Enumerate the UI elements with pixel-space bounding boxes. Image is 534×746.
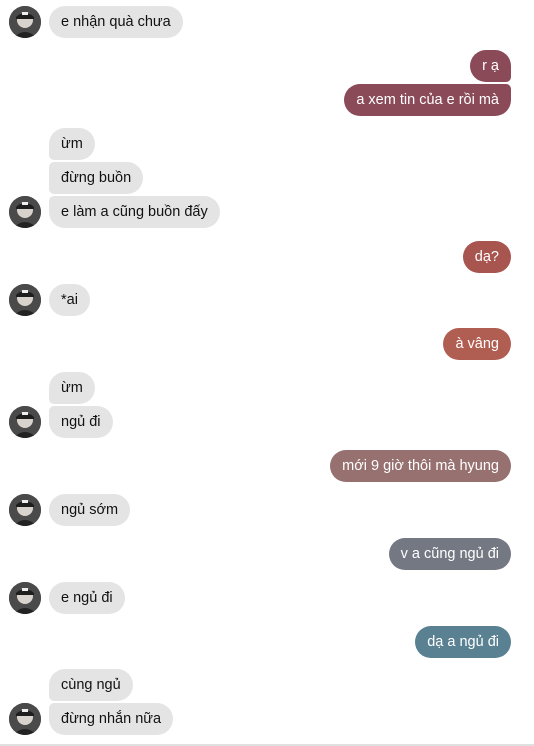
sent-message[interactable]: mới 9 giờ thôi mà hyung xyxy=(330,450,511,482)
received-message[interactable]: e nhận quà chưa xyxy=(49,6,183,38)
contact-avatar[interactable] xyxy=(9,196,41,228)
contact-avatar[interactable] xyxy=(9,494,41,526)
sent-message[interactable]: dạ a ngủ đi xyxy=(415,626,511,658)
received-message[interactable]: ngủ sớm xyxy=(49,494,131,526)
contact-avatar[interactable] xyxy=(9,406,41,438)
received-message[interactable]: *ai xyxy=(49,284,90,316)
received-message[interactable]: cùng ngủ xyxy=(49,669,133,701)
received-message[interactable]: ừm xyxy=(49,372,95,404)
user-avatar-icon xyxy=(9,406,41,438)
user-avatar-icon xyxy=(9,284,41,316)
user-avatar-icon xyxy=(9,6,41,38)
contact-avatar[interactable] xyxy=(9,582,41,614)
contact-avatar[interactable] xyxy=(9,703,41,735)
sent-message[interactable]: à vâng xyxy=(443,328,511,360)
contact-avatar[interactable] xyxy=(9,6,41,38)
user-avatar-icon xyxy=(9,582,41,614)
sent-message[interactable]: v a cũng ngủ đi xyxy=(388,538,511,570)
user-avatar-icon xyxy=(9,703,41,735)
received-message[interactable]: đừng buồn xyxy=(49,162,144,194)
received-message[interactable]: e ngủ đi xyxy=(49,582,125,614)
received-message[interactable]: đừng nhắn nữa xyxy=(49,703,174,735)
sent-message[interactable]: a xem tin của e rồi mà xyxy=(344,84,511,116)
sent-message[interactable]: r ạ xyxy=(470,50,511,82)
received-message[interactable]: e làm a cũng buồn đấy xyxy=(49,196,220,228)
received-message[interactable]: ngủ đi xyxy=(49,406,113,438)
chat-thread: e nhận quà chưa r ạ a xem tin của e rồi … xyxy=(0,0,534,746)
received-message[interactable]: ừm xyxy=(49,128,95,160)
contact-avatar[interactable] xyxy=(9,284,41,316)
user-avatar-icon xyxy=(9,494,41,526)
sent-message[interactable]: dạ? xyxy=(462,241,511,273)
user-avatar-icon xyxy=(9,196,41,228)
